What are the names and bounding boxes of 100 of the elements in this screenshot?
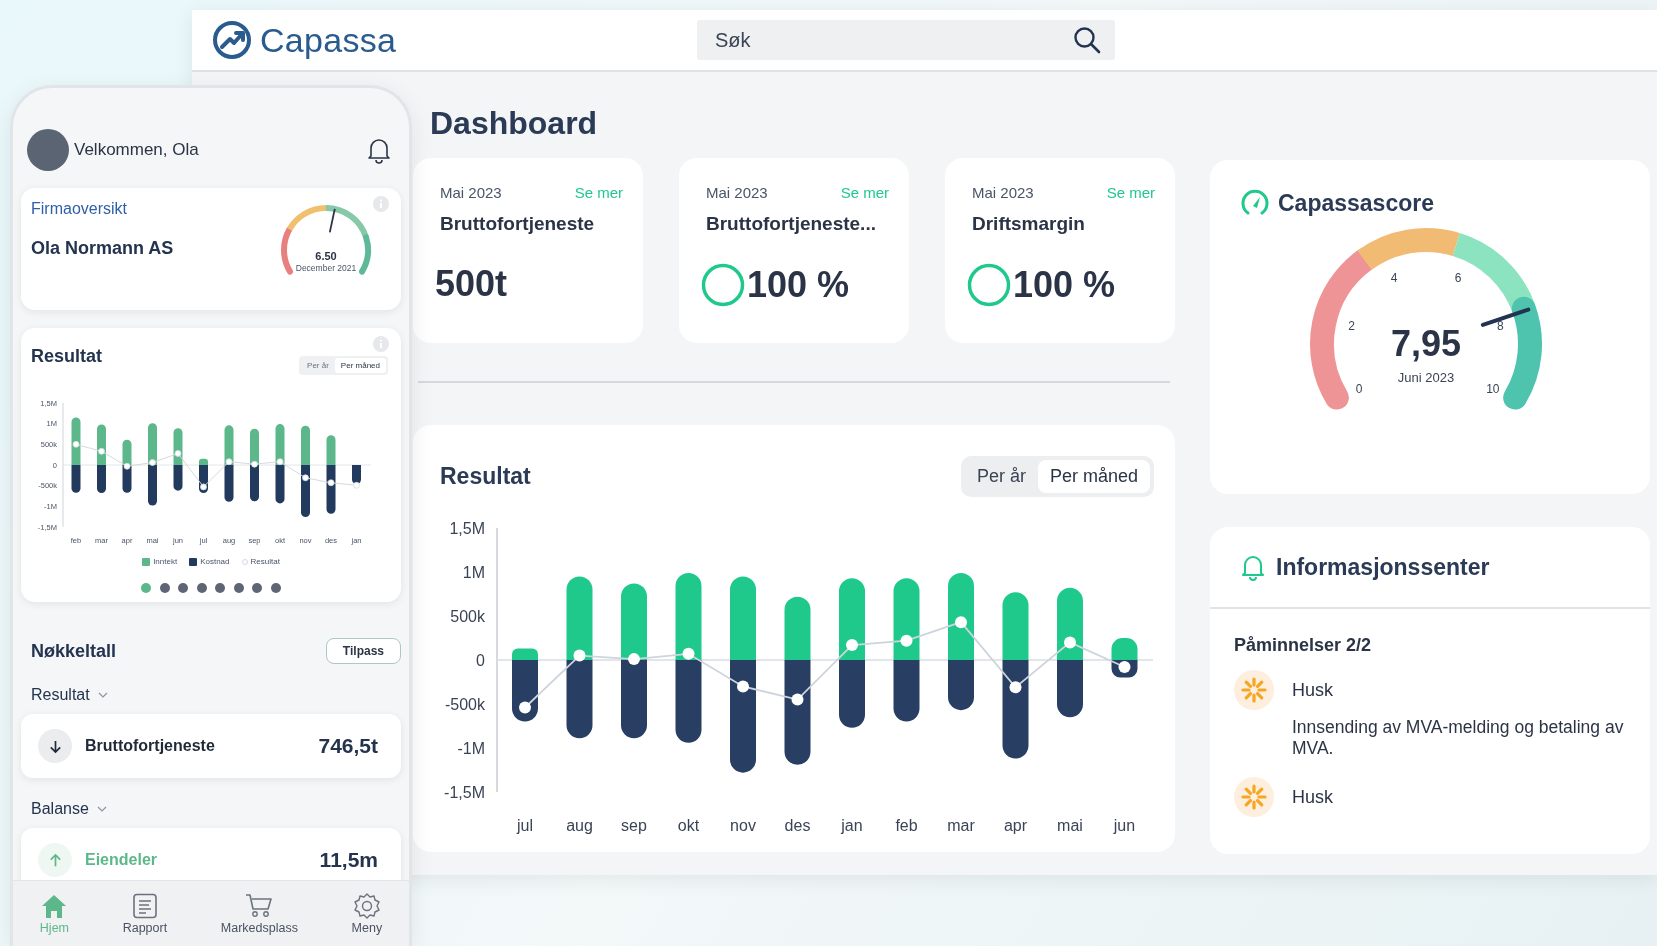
- legend-label: Resultat: [250, 557, 280, 566]
- company-name: Ola Normann AS: [31, 238, 174, 259]
- card-title: Informasjonssenter: [1276, 553, 1490, 581]
- reminder-title: Husk: [1292, 787, 1333, 808]
- tab[interactable]: Markedsplass: [216, 891, 302, 937]
- reminders-heading: Påminnelser 2/2: [1234, 635, 1373, 656]
- page-dot[interactable]: [159, 583, 170, 593]
- section-title: Nøkkeltall: [31, 640, 117, 662]
- chevron-icon[interactable]: [96, 806, 107, 812]
- toggle-option[interactable]: Per måned: [1037, 459, 1150, 493]
- card-title: Resultat: [440, 462, 531, 490]
- key-figure-row[interactable]: Bruttofortjeneste 746,5t: [21, 714, 401, 778]
- kpi-value: 100 %: [747, 264, 850, 306]
- kpi-title: Bruttofortjeneste...: [706, 213, 877, 235]
- x-axis-label: des: [784, 817, 811, 834]
- cart-icon[interactable]: [245, 893, 274, 919]
- data-point: [251, 460, 258, 468]
- toggle-option[interactable]: Per år: [964, 459, 1038, 493]
- data-point: [1118, 661, 1131, 674]
- page-title: Dashboard: [430, 104, 599, 143]
- search-icon[interactable]: [1073, 26, 1101, 54]
- key-figure-name: Eiendeler: [85, 851, 159, 869]
- customize-button[interactable]: Tilpass: [325, 638, 401, 664]
- page-dot[interactable]: [196, 583, 207, 593]
- page-dot[interactable]: [178, 583, 189, 593]
- y-axis-label: -500k: [444, 696, 485, 713]
- data-point: [628, 653, 640, 666]
- data-point: [276, 458, 284, 466]
- tab[interactable]: Rapport: [118, 891, 172, 937]
- group-label[interactable]: Balanse: [31, 800, 89, 818]
- data-point: [200, 483, 207, 491]
- x-axis-label: aug: [566, 817, 593, 834]
- toggle-option[interactable]: Per måned: [334, 358, 386, 373]
- score-period: Juni 2023: [1397, 370, 1455, 385]
- score-value: 7,95: [1390, 323, 1462, 364]
- score-value: 6.50: [315, 250, 337, 262]
- arrow-down-icon: [38, 729, 72, 763]
- ring-icon: [701, 263, 745, 307]
- x-axis-label: okt: [677, 817, 700, 834]
- kpi-period: Mai 2023: [440, 184, 502, 201]
- legend-label: Inntekt: [153, 557, 178, 566]
- data-point: [682, 647, 695, 660]
- x-axis-label: jun: [1113, 817, 1136, 834]
- gauge-tick-label: 10: [1486, 382, 1500, 397]
- y-axis-label: 500k: [450, 608, 485, 625]
- data-point: [1064, 636, 1076, 649]
- data-point: [573, 649, 586, 662]
- key-figure-value: 746,5t: [318, 734, 378, 758]
- reminder-text: Innsending av MVA-melding og betaling av MVA.: [1292, 717, 1625, 759]
- avatar: [27, 129, 69, 171]
- gauge-tick-label: 8: [1497, 318, 1504, 333]
- data-point: [955, 616, 967, 629]
- data-point: [791, 693, 804, 706]
- arrow-up-icon: [38, 843, 72, 877]
- data-point: [519, 701, 531, 714]
- data-point: [1009, 681, 1022, 694]
- reminder-icon: [1234, 777, 1274, 817]
- group-label[interactable]: Resultat: [31, 686, 90, 704]
- data-point: [737, 680, 749, 693]
- x-axis-label: jan: [841, 817, 863, 834]
- key-figure-value: 11,5m: [319, 848, 378, 872]
- page-dot[interactable]: [215, 583, 226, 593]
- tab[interactable]: Meny: [347, 891, 387, 937]
- data-point: [900, 634, 913, 647]
- x-axis-label: mar: [947, 817, 975, 834]
- legend-label: Kostnad: [200, 557, 230, 566]
- data-point: [72, 440, 80, 448]
- kpi-value: 100 %: [1013, 264, 1116, 306]
- chevron-icon[interactable]: [97, 692, 108, 698]
- gauge-tick-label: 4: [1390, 270, 1398, 285]
- page-dot[interactable]: [233, 583, 244, 593]
- kpi-period: Mai 2023: [972, 184, 1034, 201]
- logo-text: Capassa: [260, 20, 397, 60]
- data-point: [327, 479, 335, 487]
- y-axis-label: -1,5M: [444, 784, 485, 801]
- data-point: [98, 447, 105, 455]
- data-point: [302, 474, 309, 482]
- x-axis-label: nov: [730, 817, 756, 834]
- document-icon[interactable]: [130, 893, 159, 919]
- data-point: [846, 639, 858, 652]
- key-figure-row[interactable]: Eiendeler 11,5m: [21, 828, 401, 880]
- search-field[interactable]: Søk: [697, 20, 1115, 60]
- y-axis-label: 1,5M: [449, 520, 485, 537]
- key-figure-name: Bruttofortjeneste: [85, 737, 216, 755]
- x-axis-label: feb: [895, 817, 918, 834]
- page-dot[interactable]: [270, 583, 281, 593]
- card-heading: Firmaoversikt: [31, 200, 128, 218]
- toggle-option[interactable]: Per år: [301, 358, 335, 373]
- page-dot[interactable]: [141, 583, 152, 593]
- data-point: [149, 459, 156, 466]
- y-axis-label: 1M: [462, 564, 485, 581]
- kpi-title: Bruttofortjeneste: [440, 213, 596, 235]
- score-period: December 2021: [295, 263, 357, 273]
- bell-icon[interactable]: [366, 136, 392, 164]
- data-point: [123, 462, 131, 470]
- card-title: Resultat: [31, 346, 102, 367]
- page-dot[interactable]: [252, 583, 263, 593]
- x-axis-label: jul: [517, 817, 533, 834]
- settings-icon[interactable]: [352, 893, 381, 919]
- data-point: [353, 481, 360, 489]
